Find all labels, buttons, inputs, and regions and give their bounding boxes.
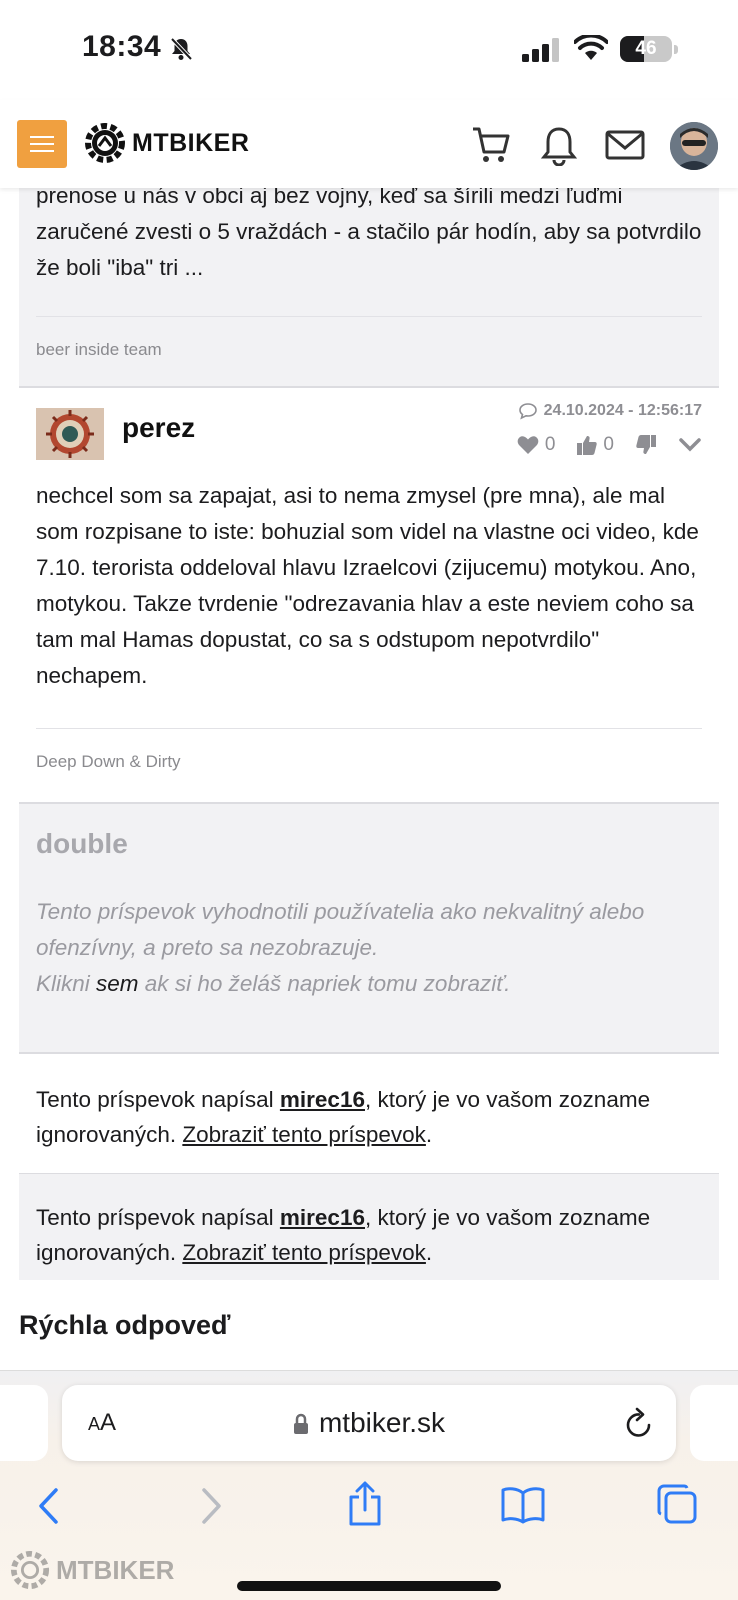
show-ignored-post-link[interactable]: Zobraziť tento príspevok: [182, 1122, 426, 1147]
user-avatar[interactable]: [670, 122, 718, 170]
hidden-notice-suffix: ak si ho želáš napriek tomu zobraziť.: [138, 971, 511, 996]
signal-icon: [522, 38, 559, 62]
post-author[interactable]: perez: [122, 412, 195, 444]
wifi-icon: [574, 35, 608, 60]
tabs-icon[interactable]: [656, 1483, 698, 1525]
ignored-user-name: mirec16: [279, 1205, 365, 1230]
hidden-notice-prefix: Klikni: [36, 971, 97, 996]
next-tab[interactable]: [690, 1385, 738, 1461]
battery-icon: 46: [620, 36, 672, 62]
ignored-post: Tento príspevok napísal mirec16, ktorý j…: [19, 1174, 719, 1280]
post-date: 24.10.2024 - 12:56:17: [518, 402, 702, 420]
ignored-prefix: Tento príspevok napísal: [36, 1087, 280, 1112]
heart-icon: [517, 436, 539, 454]
thumbs-up-reaction[interactable]: 0: [577, 434, 614, 456]
like-reaction[interactable]: 0: [517, 434, 556, 456]
watermark-gear-icon: [10, 1550, 50, 1590]
bell-icon[interactable]: [540, 124, 578, 166]
post-text: prenose u nás v obci aj bez vojny, keď s…: [36, 188, 702, 280]
status-time: 18:34: [82, 30, 162, 63]
post-reactions: 0 0: [495, 434, 702, 456]
ignored-user-name: mirec16: [279, 1087, 365, 1112]
forward-icon[interactable]: [196, 1487, 226, 1525]
signature-divider: [36, 728, 702, 729]
chevron-down-icon: [679, 438, 701, 452]
forum-post: perez 24.10.2024 - 12:56:17 0 0 nechcel …: [19, 388, 719, 804]
ignored-prefix: Tento príspevok napísal: [36, 1205, 280, 1230]
ignored-post-notice: Tento príspevok napísal mirec16, ktorý j…: [36, 1082, 702, 1152]
post-signature: beer inside team: [36, 340, 162, 359]
ignored-user-link[interactable]: mirec16: [280, 1205, 365, 1230]
previous-tab[interactable]: [0, 1385, 48, 1461]
thumbs-up-icon: [577, 436, 598, 455]
post-author[interactable]: double: [36, 828, 128, 860]
hidden-post: double Tento príspevok vyhodnotili použí…: [19, 804, 719, 1054]
author-avatar[interactable]: [36, 408, 104, 460]
thread-content: prenose u nás v obci aj bez vojny, keď s…: [0, 188, 738, 1280]
thumbs-down-reaction[interactable]: [636, 435, 656, 455]
status-bar: 18:34 46: [0, 0, 738, 100]
cart-icon[interactable]: [470, 124, 512, 166]
home-indicator: [237, 1581, 501, 1591]
watermark-text: MTBIKER: [56, 1554, 175, 1585]
ignored-post-notice: Tento príspevok napísal mirec16, ktorý j…: [36, 1200, 702, 1270]
forum-post: prenose u nás v obci aj bez vojny, keď s…: [19, 188, 719, 386]
show-hidden-post-link[interactable]: sem: [96, 971, 139, 996]
share-icon[interactable]: [346, 1481, 384, 1527]
ignored-suffix: .: [425, 1122, 433, 1147]
post-text: nechcel som sa zapajat, asi to nema zmys…: [36, 483, 699, 688]
app-header: MTBIKER: [0, 100, 738, 188]
bookmarks-icon[interactable]: [500, 1485, 546, 1525]
ignored-post: Tento príspevok napísal mirec16, ktorý j…: [19, 1054, 719, 1160]
logo-gear-icon: [85, 123, 125, 163]
brand-logo[interactable]: MTBIKER: [84, 122, 249, 164]
hidden-post-notice: Tento príspevok vyhodnotili používatelia…: [36, 894, 702, 1002]
thumbs-up-count: 0: [603, 434, 614, 455]
address-bar[interactable]: AA mtbiker.sk: [62, 1385, 676, 1461]
battery-level: 46: [635, 38, 657, 59]
battery-cap: [674, 45, 678, 54]
post-signature: Deep Down & Dirty: [36, 752, 181, 771]
thumbs-down-icon: [636, 435, 656, 454]
menu-button[interactable]: [17, 120, 67, 168]
ignored-user-link[interactable]: mirec16: [280, 1087, 365, 1112]
reload-icon[interactable]: [624, 1407, 654, 1439]
expand-reaction[interactable]: [678, 437, 702, 453]
post-date-text: 24.10.2024 - 12:56:17: [543, 402, 702, 419]
back-icon[interactable]: [34, 1487, 64, 1525]
url-text: mtbiker.sk: [318, 1407, 446, 1438]
watermark-logo: MTBIKER: [10, 1550, 174, 1590]
show-ignored-post-link[interactable]: Zobraziť tento príspevok: [182, 1240, 426, 1265]
ignored-suffix: .: [425, 1240, 433, 1265]
like-count: 0: [544, 434, 556, 455]
hidden-notice-text: Tento príspevok vyhodnotili používatelia…: [36, 899, 645, 960]
mail-icon[interactable]: [604, 124, 646, 166]
signature-divider: [36, 316, 702, 317]
url-display[interactable]: mtbiker.sk: [62, 1407, 676, 1439]
lock-icon: [293, 1413, 308, 1434]
comment-icon: [518, 403, 537, 420]
bell-off-icon: [170, 37, 193, 61]
brand-name: MTBIKER: [132, 128, 250, 157]
quick-reply-heading: Rýchla odpoveď: [19, 1310, 231, 1340]
